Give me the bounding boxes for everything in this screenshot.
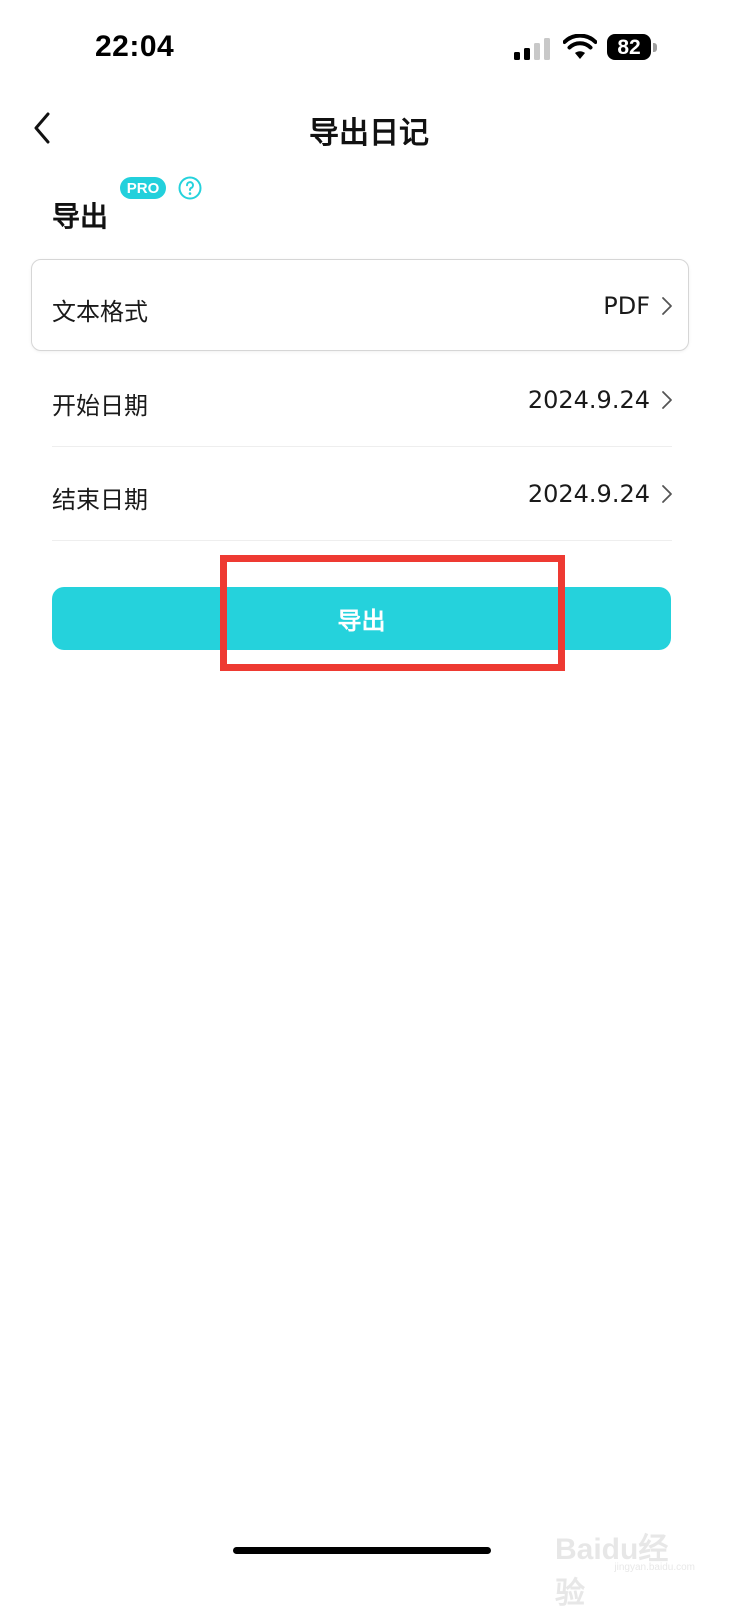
highlight-annotation-box: [220, 555, 565, 671]
end-date-label: 结束日期: [52, 486, 148, 514]
chevron-right-icon: [662, 391, 672, 409]
chevron-right-icon: [662, 485, 672, 503]
pro-badge: PRO: [120, 177, 166, 199]
battery-tip: [653, 43, 657, 52]
row-divider: [52, 446, 672, 447]
status-time: 22:04: [95, 30, 175, 63]
start-date-value: 2024.9.24: [527, 386, 650, 414]
end-date-value: 2024.9.24: [527, 480, 650, 508]
battery-indicator: 82: [607, 34, 661, 62]
watermark-url: jingyan.baidu.com: [614, 1562, 695, 1573]
text-format-value: PDF: [603, 292, 650, 320]
baidu-watermark: Baidu经验 jingyan.baidu.com: [555, 1524, 695, 1610]
home-indicator: [233, 1547, 491, 1554]
section-title: 导出: [52, 200, 109, 233]
wifi-icon: [563, 34, 597, 59]
page-title: 导出日记: [309, 116, 429, 151]
chevron-right-icon: [662, 297, 672, 315]
text-format-label: 文本格式: [52, 298, 148, 326]
battery-level: 82: [607, 34, 651, 60]
question-circle-icon[interactable]: [178, 176, 202, 200]
cellular-signal-icon: [514, 38, 550, 60]
row-divider: [52, 540, 672, 541]
start-date-label: 开始日期: [52, 392, 148, 420]
